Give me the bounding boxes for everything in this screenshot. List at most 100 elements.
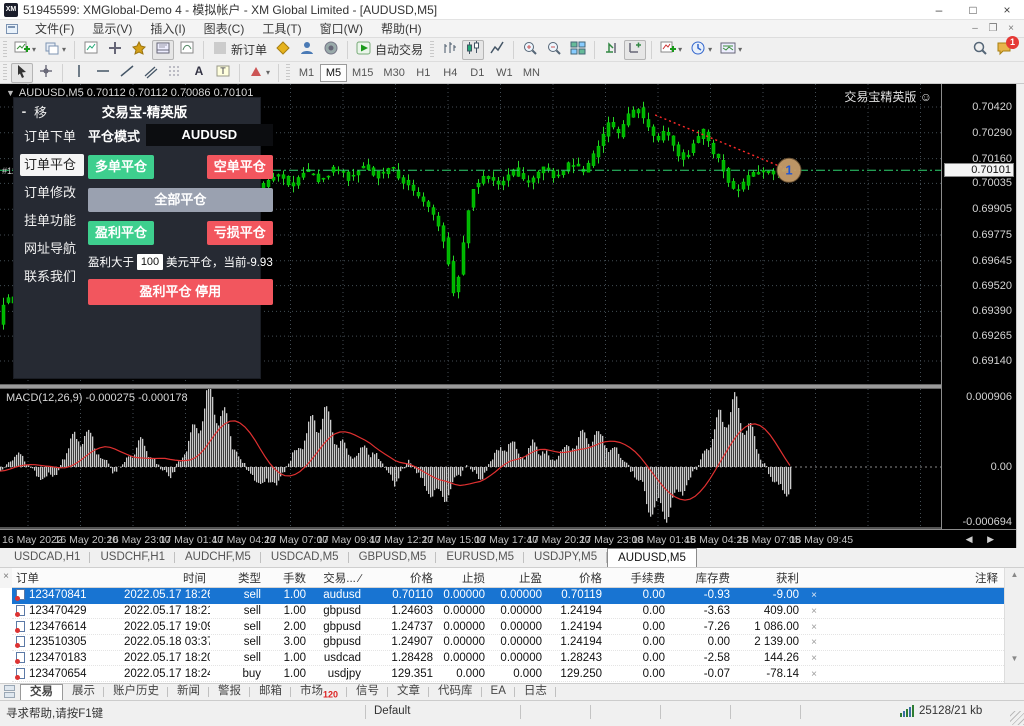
profit-close-toggle-button[interactable]: 盈利平仓 停用 (88, 279, 273, 305)
terminal-tab-展示[interactable]: 展示 (63, 684, 104, 700)
chart-tab-audchf-m5[interactable]: AUDCHF,M5 (175, 549, 261, 567)
timeframe-button-m30[interactable]: M30 (378, 64, 409, 82)
sounds-button[interactable] (320, 40, 342, 60)
column-header-type[interactable]: 类型 (210, 570, 265, 586)
timeframe-button-h4[interactable]: H4 (437, 64, 464, 82)
terminal-tab-文章[interactable]: 文章 (388, 684, 429, 700)
autotrading-button[interactable]: 自动交易 (353, 40, 426, 60)
column-header-commission[interactable]: 手续费 (606, 570, 669, 586)
panel-menu-item-3[interactable]: 挂单功能 (20, 210, 84, 232)
timeframe-button-h1[interactable]: H1 (410, 64, 437, 82)
close-all-button[interactable]: 全部平仓 (88, 188, 273, 212)
terminal-tab-ea[interactable]: EA (482, 684, 515, 700)
mdi-close-button[interactable]: × (1002, 22, 1020, 36)
column-header-lots[interactable]: 手数 (265, 570, 310, 586)
terminal-close-button[interactable]: × (0, 568, 12, 588)
tile-windows-button[interactable] (567, 40, 589, 60)
timeframe-button-d1[interactable]: D1 (464, 64, 491, 82)
terminal-tab-邮箱[interactable]: 邮箱 (250, 684, 291, 700)
close-mode-value[interactable]: AUDUSD (146, 124, 273, 146)
terminal-button[interactable] (152, 40, 174, 60)
cell-close[interactable]: × (803, 621, 825, 633)
terminal-scrollbar[interactable]: ▲ ▼ (1004, 568, 1024, 683)
column-header-profit[interactable]: 获利 (734, 570, 803, 586)
cell-close[interactable]: × (803, 652, 825, 664)
menu-item-c[interactable]: 图表(C) (195, 20, 254, 38)
fibonacci-button[interactable] (164, 63, 186, 83)
periods-button[interactable]: ▾ (687, 40, 715, 60)
close-order-icon[interactable]: × (811, 653, 817, 664)
close-profit-button[interactable]: 盈利平仓 (88, 221, 154, 245)
close-short-button[interactable]: 空单平仓 (207, 155, 273, 179)
profiles-button[interactable]: ▾ (41, 40, 69, 60)
time-axis[interactable]: ◀ ▶ 16 May 202216 May 20:2016 May 23:001… (0, 529, 1016, 548)
bar-chart-button[interactable] (438, 40, 460, 60)
dropdown-caret-icon[interactable]: ▾ (32, 45, 36, 54)
dropdown-caret-icon[interactable]: ▾ (738, 45, 742, 54)
vertical-line-button[interactable] (68, 63, 90, 83)
chart-dropdown-icon[interactable]: ▼ (6, 88, 15, 98)
close-long-button[interactable]: 多单平仓 (88, 155, 154, 179)
toolbar-grip[interactable] (3, 64, 7, 82)
terminal-tab-日志[interactable]: 日志 (515, 684, 556, 700)
chart-scroll-arrows[interactable]: ◀ ▶ (966, 534, 1000, 545)
order-row-123476614[interactable]: 1234766142022.05.17 19:09:58sell2.00gbpu… (12, 619, 1004, 635)
timeframe-button-mn[interactable]: MN (518, 64, 545, 82)
panel-menu-item-0[interactable]: 订单下单 (20, 126, 84, 148)
chart-tab-audusd-m5[interactable]: AUDUSD,M5 (607, 548, 697, 567)
timeframe-button-w1[interactable]: W1 (491, 64, 518, 82)
terminal-tab-警报[interactable]: 警报 (209, 684, 250, 700)
cursor-button[interactable] (11, 63, 33, 83)
dropdown-caret-icon[interactable]: ▾ (266, 68, 270, 77)
menu-item-w[interactable]: 窗口(W) (311, 20, 372, 38)
terminal-tab-新闻[interactable]: 新闻 (168, 684, 209, 700)
toolbar-grip[interactable] (3, 41, 7, 59)
trendline-button[interactable] (116, 63, 138, 83)
equidistant-channel-button[interactable] (140, 63, 162, 83)
terminal-tab-账户历史[interactable]: 账户历史 (104, 684, 168, 700)
column-header-tp[interactable]: 止盈 (489, 570, 546, 586)
minimize-button[interactable]: – (922, 0, 956, 19)
text-button[interactable]: A (188, 63, 210, 83)
scroll-up-icon[interactable]: ▲ (1005, 570, 1024, 579)
column-header-id[interactable]: 订单 (12, 570, 120, 586)
profit-threshold-input[interactable]: 100 (137, 254, 163, 270)
close-loss-button[interactable]: 亏损平仓 (207, 221, 273, 245)
close-order-icon[interactable]: × (811, 606, 817, 617)
order-row-123470429[interactable]: 1234704292022.05.17 18:21:39sell1.00gbpu… (12, 604, 1004, 620)
cell-close[interactable]: × (803, 636, 825, 648)
community-button[interactable] (296, 40, 318, 60)
mdi-minimize-button[interactable]: ‒ (966, 22, 984, 36)
cell-close[interactable]: × (803, 589, 825, 601)
dropdown-caret-icon[interactable]: ▾ (678, 45, 682, 54)
chart-tab-gbpusd-m5[interactable]: GBPUSD,M5 (349, 549, 437, 567)
order-row-123470841[interactable]: 1234708412022.05.17 18:26:48sell1.00audu… (12, 588, 1004, 604)
indicators-button[interactable]: ▾ (657, 40, 685, 60)
panel-menu-item-5[interactable]: 联系我们 (20, 266, 84, 288)
chart-tab-usdcad-m5[interactable]: USDCAD,M5 (261, 549, 349, 567)
line-chart-button[interactable] (486, 40, 508, 60)
chart-shift-button[interactable] (624, 40, 646, 60)
dropdown-caret-icon[interactable]: ▾ (62, 45, 66, 54)
horizontal-line-button[interactable] (92, 63, 114, 83)
timeframe-button-m1[interactable]: M1 (293, 64, 320, 82)
text-label-button[interactable]: T (212, 63, 234, 83)
terminal-tab-市场[interactable]: 市场120 (291, 684, 347, 700)
search-button[interactable] (969, 40, 991, 60)
status-profile[interactable]: Default (374, 705, 410, 717)
arrows-button[interactable]: ▾ (245, 63, 273, 83)
strategy-tester-button[interactable] (176, 40, 198, 60)
column-header-comment[interactable]: 注释 (825, 570, 1004, 586)
navigator-button[interactable] (128, 40, 150, 60)
timeframe-button-m15[interactable]: M15 (347, 64, 378, 82)
order-row-123470654[interactable]: 1234706542022.05.17 18:24:00buy1.00usdjp… (12, 666, 1004, 682)
menu-item-v[interactable]: 显示(V) (83, 20, 141, 38)
auto-scroll-button[interactable] (600, 40, 622, 60)
cell-close[interactable]: × (803, 605, 825, 617)
maximize-button[interactable]: □ (956, 0, 990, 19)
order-row-123510305[interactable]: 1235103052022.05.18 03:37:11sell3.00gbpu… (12, 635, 1004, 651)
data-window-button[interactable] (104, 40, 126, 60)
toolbar-grip[interactable] (286, 64, 290, 82)
new-order-button[interactable]: 新订单 (209, 40, 270, 60)
column-header-time[interactable]: 时间 (120, 570, 210, 586)
